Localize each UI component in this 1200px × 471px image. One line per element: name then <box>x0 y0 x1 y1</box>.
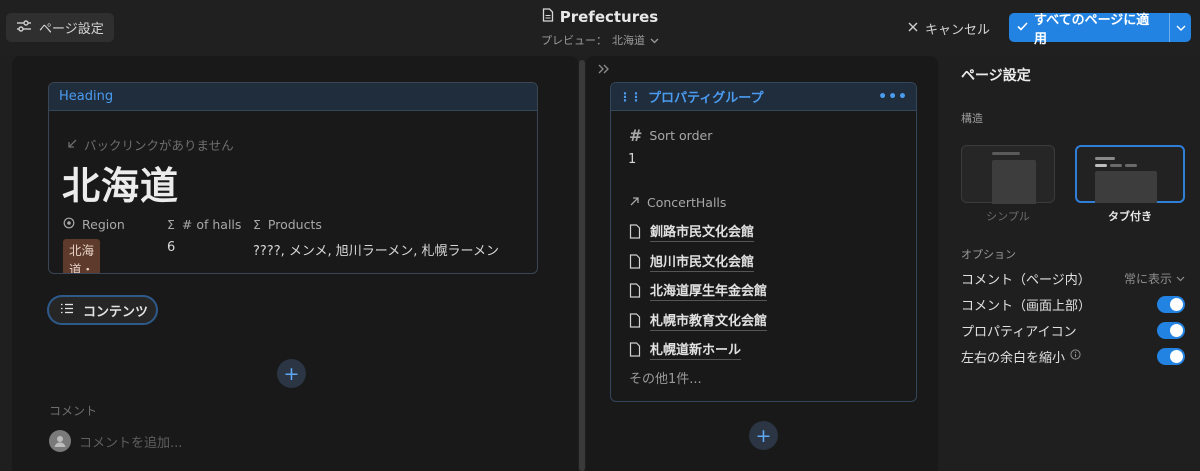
top-bar: ページ設定 Prefectures プレビュー： 北海道 キャンセル すべてのペ <box>0 0 1200 56</box>
database-title: Prefectures <box>559 8 659 26</box>
page-icon <box>629 224 641 243</box>
check-icon <box>1017 20 1028 35</box>
sigma-icon: Σ <box>167 217 175 232</box>
avatar <box>49 430 71 452</box>
apply-all-main[interactable]: すべてのページに適用 <box>1009 13 1169 47</box>
property-labels: Region Σ # of halls Σ Products <box>63 217 322 232</box>
heading-card-header: Heading <box>49 83 537 111</box>
property-group-title: プロパティグループ <box>648 91 764 106</box>
layout-tabbed-option[interactable] <box>1075 145 1185 203</box>
property-group-card[interactable]: ⋮⋮ プロパティグループ ••• # Sort order 1 ConcertH… <box>610 82 917 402</box>
backlink-info: バックリンクがありません <box>67 135 234 154</box>
settings-panel-title: ページ設定 <box>961 68 1031 84</box>
option-comments-top: コメント（画面上部） <box>961 293 1185 315</box>
layout-tabbed-preview-body <box>1095 171 1157 203</box>
sliders-icon <box>16 19 32 37</box>
backlink-text: バックリンクがありません <box>84 138 234 153</box>
layout-simple-option[interactable] <box>961 145 1055 204</box>
preview-value: 北海道 <box>612 34 645 47</box>
layout-simple-preview-body <box>992 160 1036 204</box>
chevron-down-icon <box>650 34 659 47</box>
comments-inline-dropdown[interactable]: 常に表示 <box>1124 270 1185 287</box>
structure-section-label: 構造 <box>961 112 983 125</box>
comment-input[interactable]: コメントを追加... <box>49 430 182 452</box>
chevron-down-icon <box>1176 271 1185 285</box>
contents-label: コンテンツ <box>83 304 149 320</box>
property-label-halls: Σ # of halls <box>167 217 242 232</box>
close-icon <box>908 21 918 36</box>
list-item[interactable]: 釧路市民文化会館 <box>629 219 767 249</box>
page-title: 北海道 <box>62 164 180 208</box>
list-item[interactable]: 北海道厚生年金会館 <box>629 278 768 308</box>
page-icon <box>629 313 641 332</box>
comment-placeholder: コメントを追加... <box>79 435 183 451</box>
option-property-icons: プロパティアイコン <box>961 319 1185 341</box>
property-label-products: Σ Products <box>253 217 322 232</box>
apply-options-dropdown[interactable] <box>1169 13 1191 42</box>
add-block-button[interactable]: + <box>749 421 778 450</box>
heading-card[interactable]: Heading バックリンクがありません 北海道 Region Σ # of h… <box>48 82 538 274</box>
sort-order-label: # Sort order <box>629 126 713 145</box>
comments-label: コメント <box>49 404 98 418</box>
apply-all-label: すべてのページに適用 <box>1034 12 1150 47</box>
apply-all-button[interactable]: すべてのページに適用 <box>1009 13 1191 47</box>
layout-simple-label: シンプル <box>986 210 1030 223</box>
halls-count: 6 <box>167 240 176 255</box>
plus-icon: + <box>755 424 772 447</box>
comments-top-toggle[interactable] <box>1157 295 1185 313</box>
resize-handle[interactable] <box>579 60 585 471</box>
list-item[interactable]: 札幌道新ホール <box>629 337 767 367</box>
list-icon <box>60 303 74 318</box>
narrow-margins-toggle[interactable] <box>1157 347 1185 365</box>
arrow-up-right-icon <box>629 195 640 210</box>
products-value: ????, メンメ, 旭川ラーメン, 札幌ラーメン <box>253 244 499 259</box>
arrow-down-left-icon <box>67 137 78 152</box>
property-label-region: Region <box>63 217 167 232</box>
layout-tabbed-preview-line <box>1095 157 1115 160</box>
drag-handle-icon[interactable]: ⋮⋮ <box>619 90 642 104</box>
property-icons-toggle[interactable] <box>1157 321 1185 339</box>
cancel-label: キャンセル <box>925 22 991 38</box>
page-icon <box>629 342 641 361</box>
hash-icon: # <box>629 126 643 145</box>
layout-tabbed-preview-tab <box>1110 164 1122 167</box>
layout-tabbed-label: タブ付き <box>1108 210 1152 223</box>
plus-icon: + <box>283 362 300 385</box>
info-icon[interactable] <box>1070 348 1081 364</box>
relation-label: ConcertHalls <box>629 195 726 210</box>
show-more-link[interactable]: その他1件... <box>629 368 702 387</box>
more-icon[interactable]: ••• <box>878 89 908 105</box>
preview-label: プレビュー： <box>541 34 607 47</box>
list-item[interactable]: 札幌市教育文化会館 <box>629 308 768 338</box>
layout-tabbed-preview-tab <box>1125 164 1137 167</box>
double-chevron-right-icon[interactable] <box>598 62 610 78</box>
option-comments-inline: コメント（ページ内） 常に表示 <box>961 267 1185 289</box>
layout-simple-preview-line <box>992 152 1020 155</box>
region-tag[interactable]: 北海道・東北 <box>63 239 100 273</box>
page-icon <box>629 283 641 302</box>
options-section-label: オプション <box>961 248 1016 261</box>
page-icon <box>542 8 554 26</box>
sigma-icon: Σ <box>253 217 261 232</box>
chevron-down-icon <box>1176 20 1186 35</box>
circle-target-icon <box>63 217 75 232</box>
contents-button[interactable]: コンテンツ <box>47 295 158 325</box>
resize-divider[interactable] <box>578 56 586 471</box>
layout-tabbed-preview-tab <box>1095 164 1107 167</box>
page-settings-label: ページ設定 <box>39 22 104 37</box>
preview-selector[interactable]: プレビュー： 北海道 <box>500 32 700 48</box>
page-settings-button[interactable]: ページ設定 <box>6 13 114 42</box>
page-icon <box>629 254 641 273</box>
concert-halls-list: 釧路市民文化会館 旭川市民文化会館 北海道厚生年金会館 札幌市教育文化会館 札幌… <box>629 219 768 367</box>
add-block-button[interactable]: + <box>277 359 306 388</box>
page-title-bar: Prefectures <box>500 8 700 26</box>
property-group-header: ⋮⋮ プロパティグループ ••• <box>611 83 916 111</box>
option-narrow-margins: 左右の余白を縮小 <box>961 345 1185 367</box>
cancel-button[interactable]: キャンセル <box>902 14 996 42</box>
sort-order-value: 1 <box>628 152 637 167</box>
title-area: Prefectures プレビュー： 北海道 <box>500 8 700 48</box>
list-item[interactable]: 旭川市民文化会館 <box>629 249 767 279</box>
